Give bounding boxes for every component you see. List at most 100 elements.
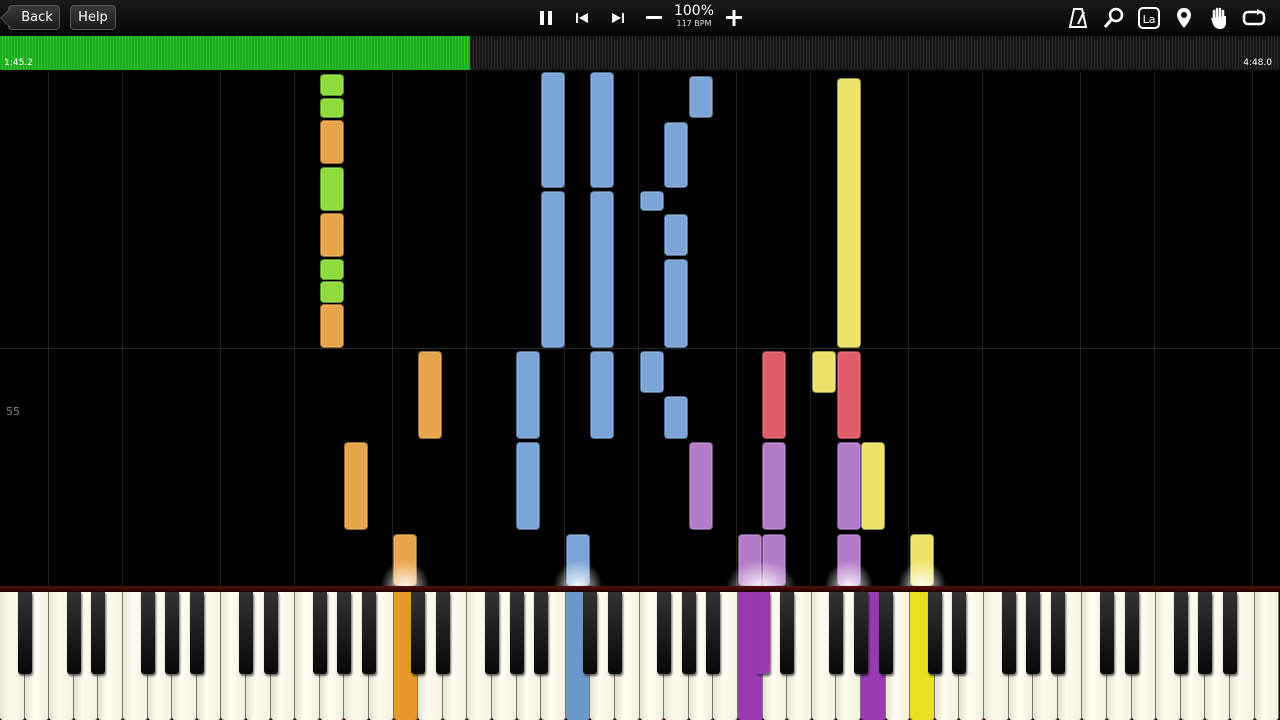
note [837, 351, 861, 439]
octave-line [1252, 72, 1253, 586]
black-key[interactable] [608, 592, 622, 674]
note [516, 351, 540, 439]
speed-down-button[interactable] [640, 4, 668, 32]
note [812, 351, 836, 393]
black-key[interactable] [1001, 592, 1016, 674]
back-button[interactable]: Back [8, 5, 60, 30]
black-key[interactable] [1223, 592, 1237, 674]
marker-button[interactable] [1170, 4, 1198, 32]
piano-keyboard [0, 586, 1280, 720]
metronome-icon [1068, 8, 1088, 28]
key-hit-spark [380, 560, 430, 588]
black-key[interactable] [1026, 592, 1041, 674]
note [320, 259, 344, 280]
black-key[interactable] [362, 592, 376, 674]
black-key[interactable] [509, 592, 524, 674]
black-key[interactable] [878, 592, 893, 674]
note [837, 78, 861, 348]
help-button[interactable]: Help [70, 5, 116, 30]
octave-line [392, 72, 393, 586]
black-key[interactable] [1100, 592, 1114, 674]
black-key[interactable] [485, 592, 499, 674]
progress-fill [0, 36, 470, 70]
black-key[interactable] [583, 592, 598, 674]
black-key[interactable] [534, 592, 549, 674]
black-key[interactable] [1198, 592, 1213, 674]
black-key[interactable] [263, 592, 278, 674]
black-key[interactable] [17, 592, 32, 674]
key-hit-spark [725, 560, 797, 588]
pause-button[interactable] [532, 4, 560, 32]
note-labels-button[interactable]: La [1135, 4, 1163, 32]
speed-up-button[interactable] [720, 4, 748, 32]
black-key[interactable] [411, 592, 426, 674]
hand-icon [1211, 7, 1226, 30]
svg-text:La: La [1143, 13, 1156, 26]
total-time: 4:48.0 [1243, 58, 1272, 68]
note [344, 442, 368, 530]
note [861, 442, 885, 530]
pressed-black-key[interactable] [755, 592, 770, 674]
measure-line [0, 348, 1280, 349]
black-key[interactable] [140, 592, 155, 674]
black-key[interactable] [657, 592, 672, 674]
octave-line [294, 72, 295, 586]
black-key[interactable] [780, 592, 795, 674]
octave-line [1080, 72, 1081, 586]
black-key[interactable] [189, 592, 204, 674]
note [762, 442, 786, 530]
note [541, 72, 565, 188]
note [320, 120, 344, 164]
black-key[interactable] [854, 592, 868, 674]
octave-line [48, 72, 49, 586]
octave-line [982, 72, 983, 586]
note-label-icon: La [1138, 7, 1160, 29]
black-key[interactable] [927, 592, 942, 674]
note [664, 122, 688, 188]
zoom-button[interactable] [1100, 4, 1128, 32]
black-key[interactable] [312, 592, 327, 674]
key-hit-spark [553, 560, 603, 588]
black-key[interactable] [165, 592, 180, 674]
note [320, 304, 344, 348]
note [762, 351, 786, 439]
key-hit-spark [824, 560, 874, 588]
black-key[interactable] [337, 592, 352, 674]
octave-line [220, 72, 221, 586]
key-hit-spark [897, 560, 947, 588]
hand-mode-button[interactable] [1205, 4, 1233, 32]
progress-bar[interactable]: 1:45.2 4:48.0 [0, 36, 1280, 70]
white-key[interactable] [1254, 592, 1280, 720]
black-key[interactable] [66, 592, 81, 674]
loop-button[interactable] [1240, 4, 1268, 32]
next-button[interactable] [604, 4, 632, 32]
plus-icon [726, 10, 742, 26]
note [541, 191, 565, 348]
pause-icon [540, 11, 552, 25]
black-key[interactable] [1173, 592, 1188, 674]
note [664, 214, 688, 256]
note [590, 191, 614, 348]
back-label: Back [21, 10, 53, 25]
black-key[interactable] [1124, 592, 1139, 674]
black-key[interactable] [1050, 592, 1065, 674]
octave-line [466, 72, 467, 586]
note [320, 213, 344, 257]
speed-bpm: 117 BPM [676, 19, 712, 28]
black-key[interactable] [239, 592, 253, 674]
black-key[interactable] [91, 592, 106, 674]
metronome-button[interactable] [1064, 4, 1092, 32]
note [320, 74, 344, 96]
black-key[interactable] [706, 592, 721, 674]
skip-forward-icon [612, 13, 624, 23]
elapsed-time: 1:45.2 [4, 58, 33, 68]
previous-button[interactable] [568, 4, 596, 32]
black-key[interactable] [829, 592, 844, 674]
octave-line [638, 72, 639, 586]
note [640, 351, 664, 393]
black-key[interactable] [435, 592, 450, 674]
black-key[interactable] [681, 592, 696, 674]
loop-icon [1242, 9, 1266, 26]
octave-line [736, 72, 737, 586]
black-key[interactable] [952, 592, 967, 674]
